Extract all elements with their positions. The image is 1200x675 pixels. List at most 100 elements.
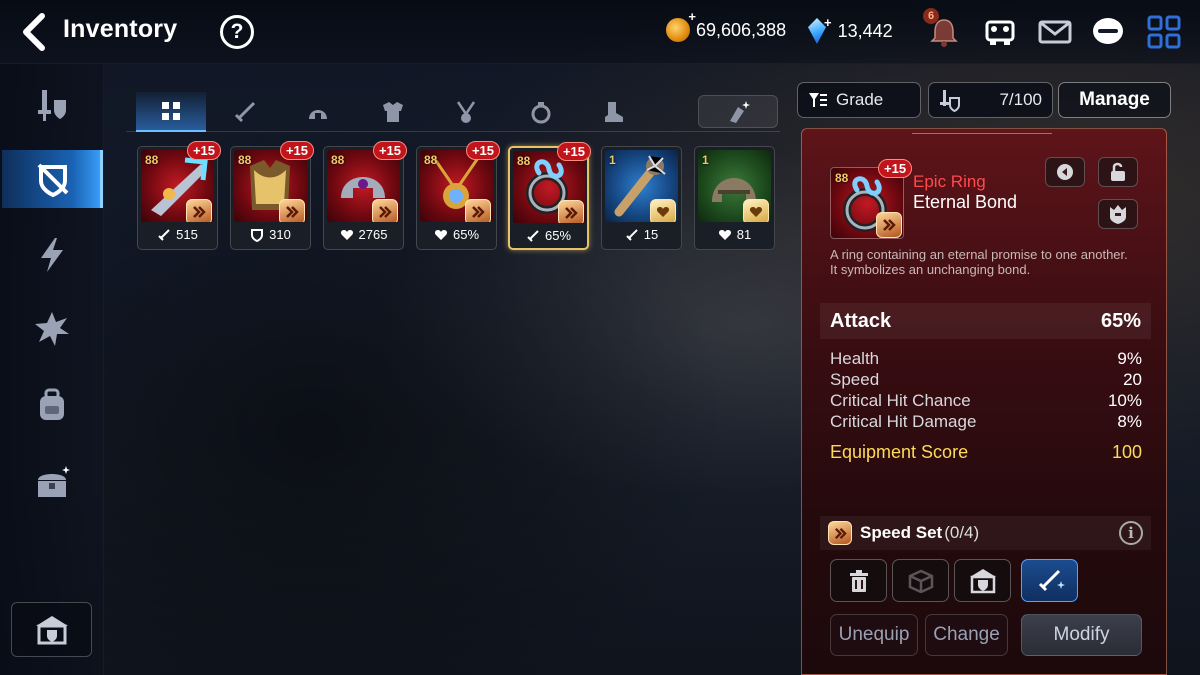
item-main-stat: 15 (602, 227, 681, 242)
modify-button[interactable]: Modify (1021, 614, 1142, 656)
chat-share-icon (1057, 164, 1073, 180)
set-effect-row: Speed Set (0/4) i (820, 516, 1151, 550)
auto-sort-button[interactable] (698, 95, 778, 128)
item-art: 88 (327, 150, 400, 222)
item-stat-value: 65% (544, 228, 572, 243)
gold-currency[interactable]: 69,606,388 (666, 9, 787, 42)
inventory-item-card[interactable]: 88 +15 515 (137, 141, 221, 250)
set-info-button[interactable]: i (1119, 521, 1143, 545)
item-set-badge (650, 199, 676, 222)
tab-all[interactable] (136, 92, 206, 132)
lock-button[interactable] (1098, 157, 1138, 187)
enhance-button[interactable] (1021, 559, 1078, 602)
friends-button[interactable] (982, 14, 1018, 50)
sub-stats-list: Health 9% Speed 20 Critical Hit Chance 1… (830, 348, 1142, 432)
grade-sort-button[interactable]: Grade (797, 82, 921, 118)
sidebar-item-materials[interactable] (0, 376, 104, 434)
change-button[interactable]: Change (925, 614, 1008, 656)
sidebar-item-chests[interactable] (0, 454, 104, 512)
description-line-1: A ring containing an eternal promise to … (830, 247, 1128, 262)
item-set-badge (465, 199, 491, 222)
trash-icon (849, 569, 868, 592)
item-set-badge (743, 199, 769, 222)
sidebar-item-inventory[interactable] (2, 150, 103, 208)
mail-button[interactable] (1037, 14, 1073, 50)
inventory-item-card[interactable]: 88 +15 310 (230, 141, 314, 250)
back-arrow-icon (23, 13, 45, 51)
tab-weapon[interactable] (210, 92, 280, 132)
tab-helmet[interactable] (283, 92, 353, 132)
main-stat-row: Attack 65% (820, 303, 1151, 339)
sub-stat-value: 10% (1107, 391, 1142, 410)
cube-icon (908, 569, 933, 593)
gold-amount: 69,606,388 (696, 19, 787, 40)
mail-icon (1038, 20, 1072, 44)
tab-ring[interactable] (506, 92, 576, 132)
unequip-button[interactable]: Unequip (830, 614, 918, 656)
sub-stat-name: Health (830, 349, 880, 368)
store-button[interactable] (954, 559, 1011, 602)
sub-stat-row: Speed 20 (830, 369, 1142, 390)
extract-button[interactable] (892, 559, 949, 602)
item-level: 1 (702, 153, 709, 167)
sell-button[interactable] (830, 559, 887, 602)
manage-button[interactable]: Manage (1058, 82, 1171, 118)
inventory-item-card[interactable]: 88 +15 65% (508, 142, 591, 250)
chat-button[interactable] (1090, 14, 1126, 50)
hammer-sparkle-icon (1038, 569, 1065, 591)
sword-icon (234, 101, 256, 123)
share-button[interactable] (1045, 157, 1085, 187)
storage-button[interactable] (11, 602, 92, 657)
helmet-icon (309, 110, 327, 119)
item-set-badge (558, 200, 584, 223)
set-emblem-icon (193, 206, 206, 218)
boots-icon (605, 102, 623, 122)
item-enhance-badge: +15 (186, 141, 221, 160)
tab-necklace[interactable] (431, 92, 501, 132)
tab-armor[interactable] (358, 92, 428, 132)
set-emblem-icon (286, 206, 299, 218)
ring-icon (531, 102, 551, 124)
inventory-capacity[interactable]: 7/100 (928, 82, 1053, 118)
attack-icon (626, 228, 638, 241)
inventory-item-card[interactable]: 88 +15 65% (416, 141, 500, 250)
item-enhance-badge: +15 (279, 141, 314, 160)
item-set-badge (186, 199, 212, 222)
crystal-currency[interactable]: + 13,442 (808, 15, 893, 44)
grid-menu-icon (1147, 15, 1181, 49)
item-art: 88 (420, 150, 493, 222)
health-icon (340, 229, 353, 240)
item-main-stat: 65% (417, 227, 496, 242)
page-title: Inventory (63, 15, 178, 43)
grade-label: Grade (836, 90, 884, 109)
sword-shield-icon (940, 90, 960, 112)
inventory-item-card[interactable]: 1 81 (694, 146, 775, 250)
main-stat-name: Attack (830, 309, 892, 332)
tab-boots[interactable] (578, 92, 648, 132)
item-stat-value: 65% (452, 227, 480, 242)
menu-button[interactable] (1146, 14, 1182, 50)
inventory-item-card[interactable]: 88 +15 2765 (323, 141, 407, 250)
main-stat-value: 65% (1100, 309, 1141, 332)
sidebar-item-equipment[interactable] (0, 76, 104, 134)
sidebar-item-catalysts[interactable] (0, 300, 104, 358)
health-icon (434, 229, 448, 240)
sort-filter-icon (809, 93, 827, 107)
set-emblem-icon (379, 206, 392, 218)
speed-set-icon (883, 219, 896, 231)
sub-stat-name: Critical Hit Damage (830, 412, 977, 431)
inventory-item-card[interactable]: 1 15 (601, 146, 682, 250)
item-main-stat: 310 (231, 227, 310, 242)
equipped-hero-button[interactable] (1098, 199, 1138, 229)
item-stat-value: 515 (176, 227, 198, 242)
chest-icon (38, 466, 70, 497)
help-button[interactable]: ? (220, 15, 254, 49)
item-main-stat: 81 (695, 227, 774, 242)
equipment-score-row: Equipment Score 100 (830, 442, 1142, 463)
sidebar-item-artifacts[interactable] (0, 226, 104, 284)
back-button[interactable] (16, 12, 52, 52)
item-level: 88 (331, 153, 345, 167)
sword-shield-icon (38, 90, 66, 121)
set-emblem-icon (472, 206, 485, 218)
heart-set-icon (749, 207, 763, 217)
